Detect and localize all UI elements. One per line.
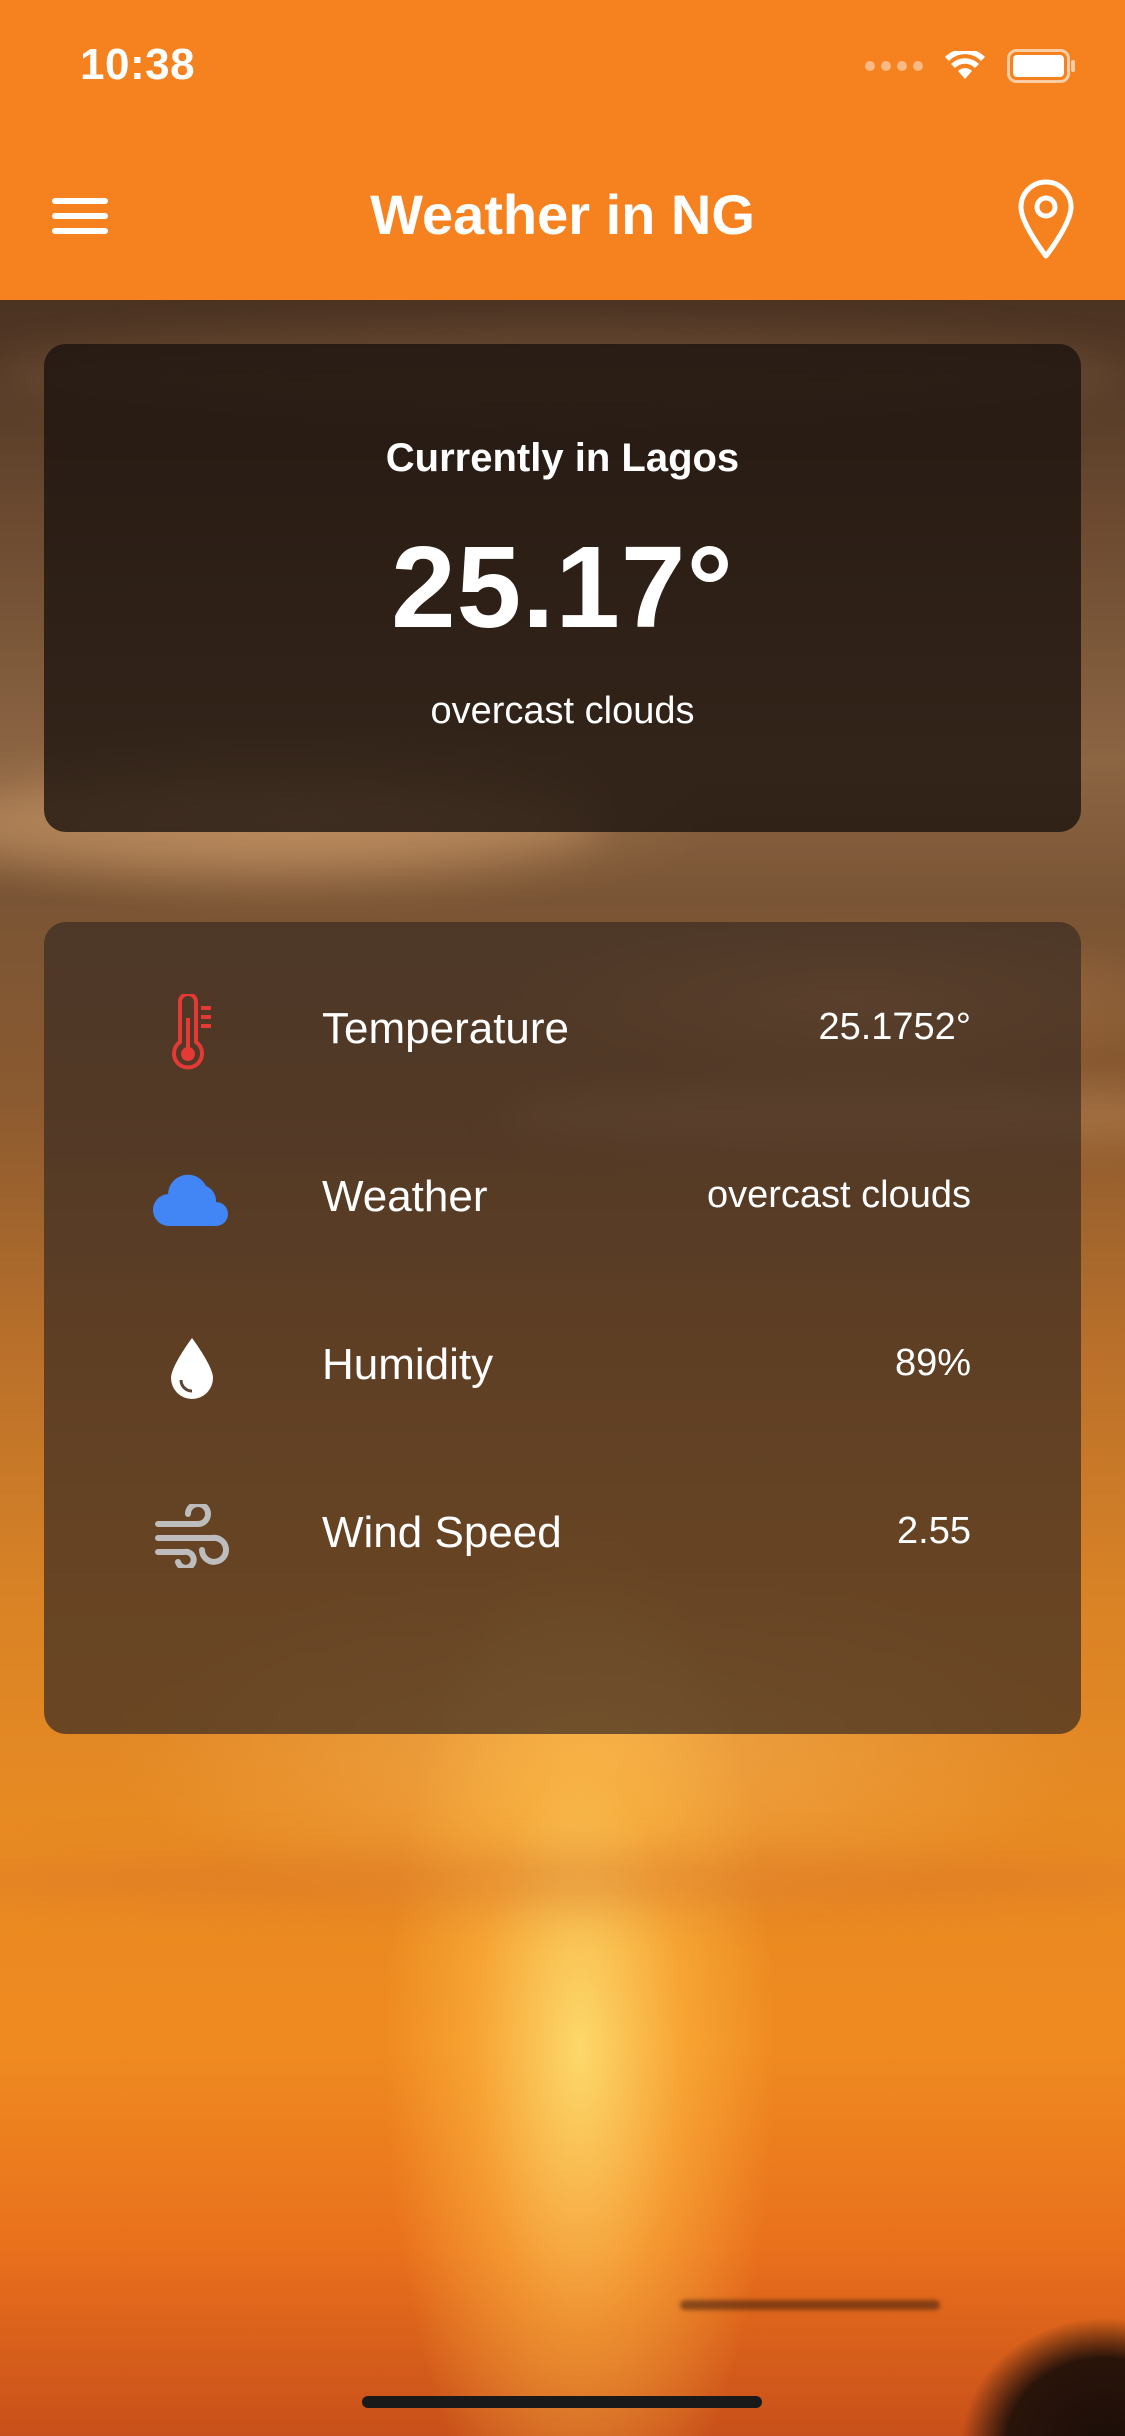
battery-icon xyxy=(1007,49,1075,83)
current-description: overcast clouds xyxy=(430,690,695,732)
detail-row-weather: Weather overcast clouds xyxy=(44,1136,1081,1256)
location-pin-icon[interactable] xyxy=(1015,178,1077,260)
status-bar: 10:38 xyxy=(0,0,1125,140)
detail-row-humidity: Humidity 89% xyxy=(44,1304,1081,1424)
detail-label: Temperature xyxy=(322,1004,570,1053)
status-time: 10:38 xyxy=(80,40,196,89)
detail-value: 25.1752° xyxy=(818,1006,971,1048)
detail-row-wind-speed: Wind Speed 2.55 xyxy=(44,1472,1081,1592)
page-title: Weather in NG xyxy=(370,183,755,246)
current-location-label: Currently in Lagos xyxy=(385,436,740,480)
detail-value: 2.55 xyxy=(897,1510,971,1552)
status-icons xyxy=(865,46,1077,86)
wifi-icon xyxy=(945,51,985,79)
detail-value: overcast clouds xyxy=(706,1174,971,1216)
tree-silhouette xyxy=(885,2246,1125,2436)
wind-icon xyxy=(148,1496,236,1576)
app-bar: Weather in NG xyxy=(0,140,1125,300)
water-drop-icon xyxy=(148,1328,236,1408)
current-temperature: 25.17° xyxy=(391,522,734,652)
signal-dots-icon xyxy=(865,61,923,71)
home-indicator[interactable] xyxy=(362,2396,762,2408)
cloud-icon xyxy=(148,1160,236,1240)
detail-value: 89% xyxy=(894,1342,971,1384)
thermometer-icon xyxy=(148,992,236,1072)
detail-label: Humidity xyxy=(322,1340,494,1389)
detail-row-temperature: Temperature 25.1752° xyxy=(44,968,1081,1088)
current-weather-card: Currently in Lagos 25.17° overcast cloud… xyxy=(44,344,1081,832)
detail-label: Weather xyxy=(322,1172,488,1221)
detail-label: Wind Speed xyxy=(322,1508,562,1557)
weather-details-card: Temperature 25.1752° Weather overcast cl… xyxy=(44,922,1081,1734)
